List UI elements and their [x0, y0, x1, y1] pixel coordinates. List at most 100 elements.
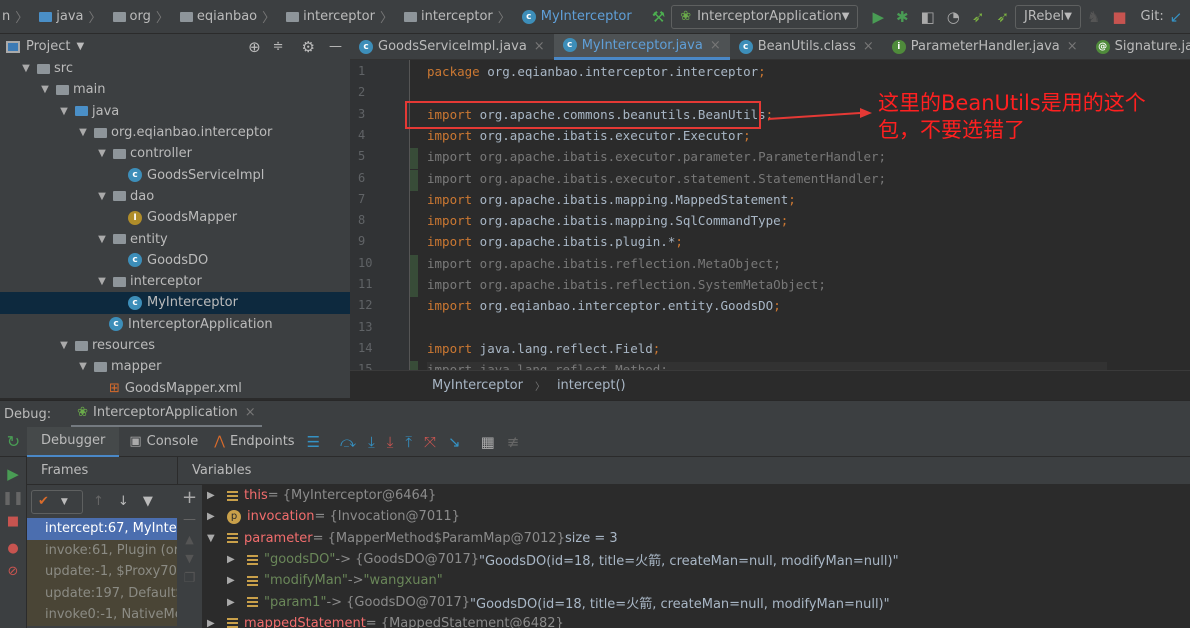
- coverage-icon[interactable]: ◧: [921, 8, 935, 26]
- tree-item[interactable]: I GoodsMapper: [0, 207, 350, 228]
- variable-row[interactable]: ▶ "modifyMan" -> "wangxuan": [203, 570, 1190, 591]
- editor-tab[interactable]: c GoodsServiceImpl.java ×: [350, 34, 554, 60]
- tree-item[interactable]: ▼ resources: [0, 335, 350, 356]
- tab-console[interactable]: ▣ Console: [119, 434, 208, 449]
- chevron-right-icon[interactable]: ▶: [227, 554, 241, 565]
- tree-item[interactable]: ▼ src: [0, 58, 350, 79]
- frame-item[interactable]: invoke:61, Plugin (org: [27, 539, 177, 561]
- chevron-down-icon[interactable]: ▼: [76, 41, 84, 52]
- remove-icon[interactable]: —: [177, 512, 202, 527]
- variable-row[interactable]: ▼ parameter = {MapperMethod$ParamMap@7012…: [203, 528, 1190, 549]
- breadcrumb-item[interactable]: org 〉: [112, 7, 174, 26]
- locate-icon[interactable]: ⊕: [248, 38, 261, 56]
- variable-row[interactable]: ▶ this = {MyInterceptor@6464}: [203, 485, 1190, 506]
- variable-row[interactable]: ▶ mappedStatement = {MappedStatement@6482…: [203, 613, 1190, 628]
- chevron-right-icon[interactable]: ▶: [207, 511, 221, 522]
- copy-icon[interactable]: ❐: [177, 571, 202, 586]
- close-icon[interactable]: ×: [710, 38, 721, 53]
- resume-icon[interactable]: ▶: [0, 465, 26, 483]
- editor-tab[interactable]: c BeanUtils.class ×: [730, 34, 883, 60]
- breadcrumb-item[interactable]: c MyInterceptor: [521, 9, 632, 24]
- frame-item[interactable]: update:-1, $Proxy70 (: [27, 561, 177, 583]
- drop-frame-icon[interactable]: ⤧: [424, 433, 436, 451]
- breadcrumb-item[interactable]: java 〉: [39, 7, 106, 26]
- crumb-method[interactable]: intercept(): [557, 378, 626, 393]
- stop-icon[interactable]: ■: [1112, 8, 1126, 26]
- frame-item[interactable]: update:197, DefaultSq: [27, 582, 177, 604]
- pause-icon[interactable]: ❚❚: [0, 491, 26, 506]
- close-icon[interactable]: ×: [245, 405, 256, 420]
- menu-icon[interactable]: ☰: [307, 433, 320, 451]
- down-icon[interactable]: ▼: [177, 552, 202, 565]
- close-icon[interactable]: ×: [534, 39, 545, 54]
- tree-item[interactable]: ▼ entity: [0, 228, 350, 249]
- tree-item[interactable]: c MyInterceptor: [0, 292, 350, 314]
- filter-icon[interactable]: ▼: [143, 494, 153, 509]
- close-icon[interactable]: ×: [1067, 39, 1078, 54]
- chevron-right-icon[interactable]: ▶: [227, 597, 241, 608]
- breadcrumb-item[interactable]: interceptor 〉: [403, 7, 516, 26]
- tree-item[interactable]: c GoodsServiceImpl: [0, 164, 350, 185]
- step-into-icon[interactable]: ⤓: [368, 433, 375, 451]
- arrow-down-icon[interactable]: ↓: [118, 494, 129, 509]
- tree-item[interactable]: ▼ java: [0, 101, 350, 122]
- tree-item[interactable]: ▼ mapper: [0, 356, 350, 377]
- tree-item[interactable]: ▼ dao: [0, 186, 350, 207]
- tree-item[interactable]: ⊞ GoodsMapper.xml: [0, 377, 350, 398]
- run-config-select[interactable]: ❀ InterceptorApplication ▼: [671, 4, 859, 29]
- view-breakpoints-icon[interactable]: ●: [0, 541, 26, 556]
- run-to-cursor-icon[interactable]: ↘: [448, 433, 461, 451]
- add-watch-icon[interactable]: +: [177, 487, 202, 508]
- crumb-class[interactable]: MyInterceptor: [432, 378, 523, 393]
- tree-item[interactable]: c InterceptorApplication: [0, 314, 350, 335]
- chevron-right-icon[interactable]: ▶: [227, 575, 241, 586]
- trace-icon[interactable]: ≢: [507, 433, 520, 451]
- git-update-icon[interactable]: ↙: [1170, 8, 1183, 26]
- tab-endpoints[interactable]: ⋀ Endpoints: [208, 434, 300, 449]
- tree-item[interactable]: ▼ controller: [0, 143, 350, 164]
- up-icon[interactable]: ▲: [177, 533, 202, 546]
- chevron-right-icon[interactable]: ▶: [207, 490, 221, 501]
- evaluate-icon[interactable]: ▦: [481, 433, 495, 451]
- close-icon[interactable]: ×: [863, 39, 874, 54]
- jrebel-debug-icon[interactable]: ➶: [996, 8, 1009, 26]
- variable-row[interactable]: ▶ "goodsDO" -> {GoodsDO@7017} "GoodsDO(id…: [203, 549, 1190, 570]
- variable-row[interactable]: ▶ "param1" -> {GoodsDO@7017} "GoodsDO(id=…: [203, 591, 1190, 612]
- project-title[interactable]: Project: [26, 39, 70, 54]
- collapse-all-icon[interactable]: ≑: [273, 39, 284, 54]
- tree-item[interactable]: ▼ org.eqianbao.interceptor: [0, 122, 350, 143]
- editor-tab[interactable]: i ParameterHandler.java ×: [883, 34, 1087, 60]
- profile-icon[interactable]: ◔: [947, 8, 960, 26]
- tree-item[interactable]: c GoodsDO: [0, 250, 350, 271]
- breadcrumb-item[interactable]: eqianbao 〉: [179, 7, 280, 26]
- chevron-right-icon[interactable]: ▶: [207, 618, 221, 628]
- tab-debugger[interactable]: Debugger: [27, 426, 120, 457]
- run-icon[interactable]: ▶: [872, 8, 884, 26]
- mute-breakpoints-icon[interactable]: ⊘: [0, 564, 26, 579]
- frame-item[interactable]: intercept:67, MyInterceptor: [27, 518, 177, 540]
- step-out-icon[interactable]: ⤒: [405, 433, 412, 451]
- gear-icon[interactable]: ⚙: [302, 38, 315, 56]
- debug-bug-icon[interactable]: ✱: [896, 8, 909, 26]
- jrebel-run-icon[interactable]: ➶: [972, 8, 985, 26]
- chevron-down-icon[interactable]: ▼: [207, 533, 221, 544]
- hide-icon[interactable]: —: [329, 39, 342, 54]
- tree-item[interactable]: ▼ main: [0, 79, 350, 100]
- debug-session-tab[interactable]: ❀ InterceptorApplication ×: [71, 401, 262, 428]
- editor-tab[interactable]: @Signature.java×: [1087, 34, 1190, 60]
- jrebel-update-icon[interactable]: ♞: [1087, 8, 1100, 26]
- breadcrumb-item[interactable]: interceptor 〉: [286, 7, 398, 26]
- tree-item[interactable]: ▼ interceptor: [0, 271, 350, 292]
- stop-icon[interactable]: ■: [0, 514, 26, 529]
- frame-item[interactable]: invoke0:-1, NativeMe: [27, 604, 177, 626]
- step-over-icon[interactable]: ⤼: [340, 433, 356, 451]
- jrebel-select[interactable]: JRebel ▼: [1015, 4, 1081, 29]
- force-step-into-icon[interactable]: ⤓: [387, 433, 394, 451]
- build-hammer-icon[interactable]: ⚒: [652, 8, 665, 26]
- breadcrumb-item[interactable]: n 〉: [2, 7, 33, 26]
- arrow-up-icon[interactable]: ↑: [93, 494, 104, 509]
- rerun-icon[interactable]: ↻: [0, 432, 27, 451]
- variable-row[interactable]: ▶ p invocation = {Invocation@7011}: [203, 506, 1190, 527]
- thread-select[interactable]: ✔ ▼: [31, 489, 83, 514]
- editor-tab[interactable]: c MyInterceptor.java ×: [553, 33, 730, 60]
